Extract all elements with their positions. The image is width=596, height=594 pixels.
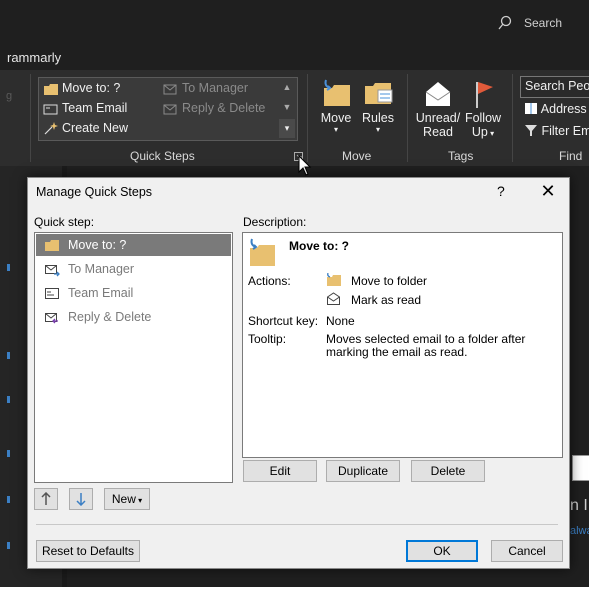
folder-icon bbox=[327, 273, 341, 286]
arrow-up-icon bbox=[41, 491, 51, 505]
search-label: Search bbox=[524, 16, 563, 30]
reset-to-defaults-button[interactable]: Reset to Defaults bbox=[36, 540, 140, 562]
manage-quick-steps-dialog: Manage Quick Steps ? ✕ Quick step: Descr… bbox=[27, 177, 570, 569]
address-book-button[interactable]: Address bbox=[524, 101, 587, 116]
move-folder-icon bbox=[324, 79, 350, 106]
action-move-to-folder: Move to folder bbox=[351, 274, 428, 288]
help-button[interactable]: ? bbox=[497, 183, 505, 199]
filter-email-button[interactable]: Filter Em bbox=[524, 123, 589, 138]
search-box[interactable]: Search bbox=[490, 12, 589, 36]
gallery-scroll-down[interactable]: ▼ bbox=[279, 98, 295, 117]
description-label: Description: bbox=[243, 215, 307, 229]
rules-label: Rules bbox=[362, 111, 394, 125]
quick-step-list[interactable]: Move to: ? To Manager Team Email Reply &… bbox=[34, 232, 233, 483]
action-mark-as-read: Mark as read bbox=[351, 293, 422, 307]
reply-delete-icon bbox=[163, 104, 177, 115]
actions-label: Actions: bbox=[248, 274, 291, 288]
move-folder-icon bbox=[250, 238, 275, 266]
mouse-cursor-icon bbox=[298, 155, 312, 176]
to-manager-icon bbox=[163, 84, 177, 95]
rules-icon bbox=[365, 83, 393, 104]
quick-steps-gallery: Move to: ? Team Email Create New To Mana… bbox=[38, 77, 298, 141]
ribbon: g Move to: ? Team Email Create New To Ma… bbox=[0, 70, 589, 166]
list-item-team-email[interactable]: Team Email bbox=[36, 282, 231, 304]
delete-button[interactable]: Delete bbox=[411, 460, 485, 482]
list-item-reply-delete[interactable]: Reply & Delete bbox=[36, 306, 231, 328]
new-button[interactable]: New ▾ bbox=[104, 488, 150, 510]
list-item-move-to[interactable]: Move to: ? bbox=[36, 234, 231, 256]
gallery-expand[interactable]: ▾ bbox=[279, 119, 295, 138]
to-manager-icon bbox=[45, 265, 60, 277]
dialog-title: Manage Quick Steps bbox=[36, 185, 153, 199]
move-up-button[interactable] bbox=[34, 488, 58, 510]
address-book-icon bbox=[525, 103, 537, 114]
envelope-open-icon bbox=[327, 292, 340, 305]
tab-grammarly[interactable]: rammarly bbox=[7, 50, 61, 65]
title-bar: Search bbox=[0, 0, 589, 46]
move-label: Move bbox=[320, 111, 352, 125]
rules-button[interactable]: Rules ▾ bbox=[360, 78, 396, 134]
tooltip-label: Tooltip: bbox=[248, 332, 287, 346]
tooltip-line-2: marking the email as read. bbox=[326, 345, 468, 359]
chevron-down-icon: ▾ bbox=[135, 496, 143, 505]
move-group-label: Move bbox=[342, 149, 372, 163]
duplicate-button[interactable]: Duplicate bbox=[326, 460, 400, 482]
ribbon-tab-bar: rammarly bbox=[0, 46, 589, 70]
quick-steps-group-label: Quick Steps bbox=[130, 149, 195, 163]
description-panel: Move to: ? Actions: Move to folder Mark … bbox=[242, 232, 563, 458]
divider bbox=[36, 524, 558, 525]
shortcut-key-label: Shortcut key: bbox=[248, 314, 319, 328]
search-icon bbox=[498, 15, 512, 30]
reply-delete-icon bbox=[45, 313, 58, 324]
shortcut-key-value: None bbox=[326, 314, 355, 328]
ok-button[interactable]: OK bbox=[406, 540, 478, 562]
move-button[interactable]: Move ▾ bbox=[316, 78, 356, 134]
follow-up-button[interactable]: Follow Up ▾ bbox=[463, 78, 503, 139]
rules-dropdown-icon: ▾ bbox=[375, 125, 380, 134]
background-text-2: alwa bbox=[570, 525, 589, 537]
list-item-to-manager[interactable]: To Manager bbox=[36, 258, 231, 280]
cancel-button[interactable]: Cancel bbox=[491, 540, 563, 562]
edit-button[interactable]: Edit bbox=[243, 460, 317, 482]
create-new-icon bbox=[44, 122, 58, 135]
description-title: Move to: ? bbox=[289, 239, 349, 253]
move-dropdown-icon: ▾ bbox=[333, 125, 338, 134]
unread-read-button[interactable]: Unread/ Read bbox=[414, 78, 462, 139]
find-group-label: Find bbox=[559, 149, 583, 163]
close-icon[interactable]: ✕ bbox=[538, 181, 558, 202]
team-email-icon bbox=[43, 104, 58, 115]
flag-icon bbox=[476, 82, 493, 108]
background-text-1: n I bbox=[570, 497, 588, 514]
quick-step-label: Quick step: bbox=[34, 215, 95, 229]
folder-move-icon bbox=[45, 240, 59, 251]
background-field bbox=[572, 455, 589, 481]
search-people-box[interactable]: Search Peop bbox=[520, 76, 589, 98]
tooltip-line-1: Moves selected email to a folder after bbox=[326, 332, 526, 346]
arrow-down-icon bbox=[76, 493, 86, 507]
ribbon-prev-fragment: g bbox=[6, 90, 13, 102]
filter-icon bbox=[525, 125, 537, 136]
move-down-button[interactable] bbox=[69, 488, 93, 510]
folder-move-icon bbox=[44, 84, 58, 95]
team-email-icon bbox=[45, 288, 59, 299]
envelope-open-icon bbox=[425, 82, 451, 106]
gallery-scroll-up[interactable]: ▲ bbox=[279, 78, 295, 97]
tags-group-label: Tags bbox=[448, 149, 474, 163]
